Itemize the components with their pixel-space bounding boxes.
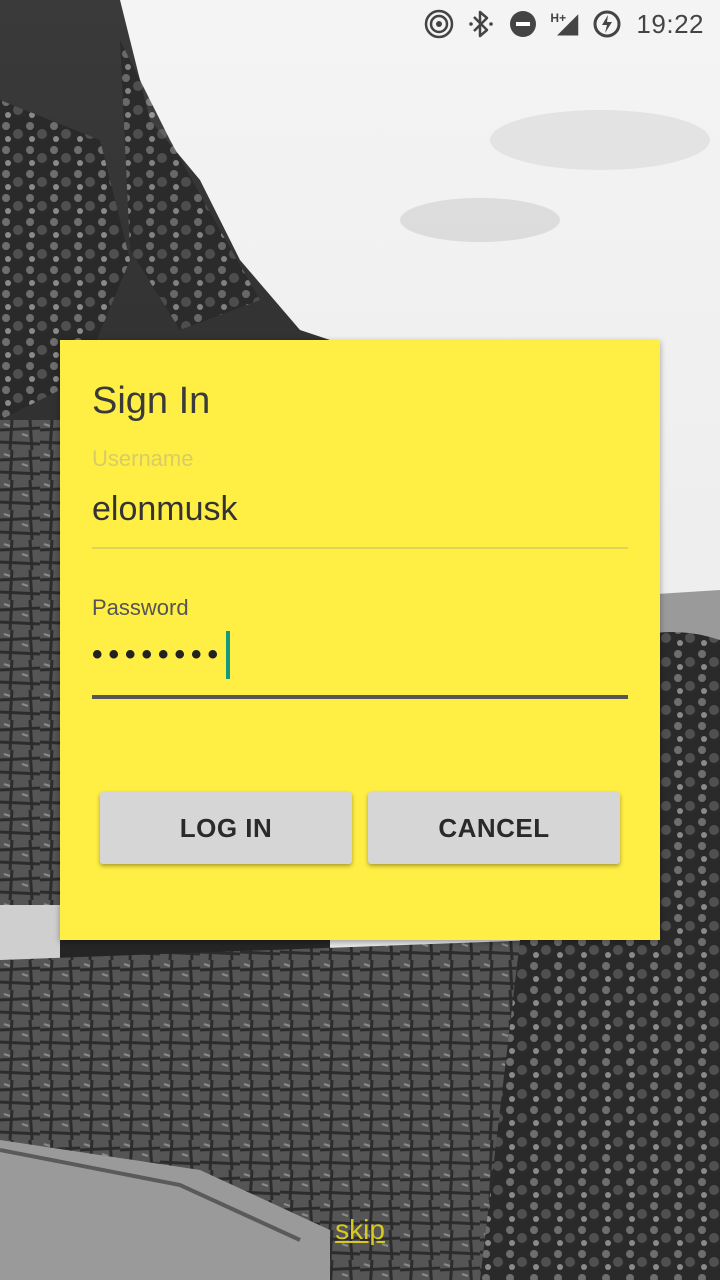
skip-link[interactable]: skip <box>0 1214 720 1246</box>
cancel-button[interactable]: CANCEL <box>368 792 620 864</box>
status-time: 19:22 <box>636 8 704 39</box>
battery-charging-icon <box>592 9 622 39</box>
signal-icon: H+ <box>550 9 580 39</box>
password-label: Password <box>92 595 189 620</box>
text-cursor <box>226 631 231 679</box>
username-underline <box>92 547 628 549</box>
username-field[interactable]: elonmusk <box>92 490 238 529</box>
hotspot-icon <box>424 9 454 39</box>
dialog-title: Sign In <box>92 380 211 422</box>
username-label: Username <box>92 446 194 471</box>
log-in-button[interactable]: LOG IN <box>100 792 352 864</box>
status-bar: H+ 19:22 <box>0 0 720 48</box>
bluetooth-icon <box>466 9 496 39</box>
sign-in-dialog: Sign In Username elonmusk Password •••••… <box>60 340 660 940</box>
network-type-label: H+ <box>550 11 567 25</box>
password-field[interactable]: •••••••• <box>92 630 231 680</box>
password-underline <box>92 695 628 699</box>
do-not-disturb-icon <box>508 9 538 39</box>
password-masked-value: •••••••• <box>92 638 225 671</box>
